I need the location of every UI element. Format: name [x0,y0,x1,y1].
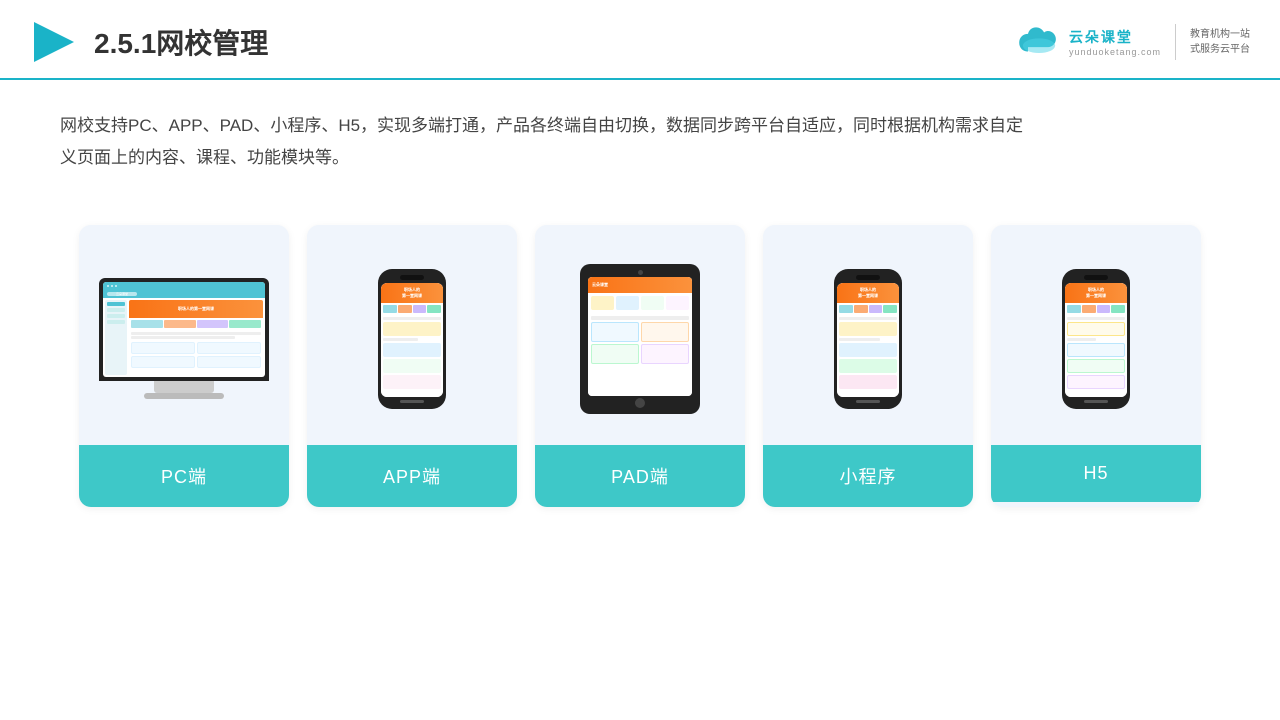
card-h5-image: 职场人的第一堂网课 [991,225,1201,445]
page-title: 2.5.1网校管理 [94,22,268,62]
card-pc: 云朵课堂 职场人的第一堂网课 [79,225,289,507]
header-left: 2.5.1网校管理 [30,18,268,66]
card-pad-label: PAD端 [535,445,745,507]
card-app-image: 职场人的第一堂网课 [307,225,517,445]
description-text: 网校支持PC、APP、PAD、小程序、H5，实现多端打通，产品各终端自由切换，数… [0,80,1100,195]
card-miniprogram-label: 小程序 [763,445,973,507]
logo-slogan: 教育机构一站 式服务云平台 [1190,27,1250,57]
miniprogram-phone-mockup: 职场人的第一堂网课 [834,269,902,409]
logo-domain: yunduoketang.com [1069,47,1161,57]
card-pc-label: PC端 [79,445,289,507]
pad-tablet-mockup: 云朵课堂 [580,264,700,414]
h5-phone-mockup: 职场人的第一堂网课 [1062,269,1130,409]
card-h5: 职场人的第一堂网课 [991,225,1201,507]
logo-divider [1175,24,1176,60]
play-icon [30,18,78,66]
card-pad: 云朵课堂 [535,225,745,507]
card-h5-label: H5 [991,445,1201,502]
page-header: 2.5.1网校管理 云朵课堂 yunduoketang.com 教育机构一站 式… [0,0,1280,80]
pc-monitor-mockup: 云朵课堂 职场人的第一堂网课 [99,278,269,399]
card-app: 职场人的第一堂网课 [307,225,517,507]
card-pc-image: 云朵课堂 职场人的第一堂网课 [79,225,289,445]
description-content: 网校支持PC、APP、PAD、小程序、H5，实现多端打通，产品各终端自由切换，数… [60,116,1023,167]
header-right: 云朵课堂 yunduoketang.com 教育机构一站 式服务云平台 [1017,24,1250,60]
app-phone-mockup: 职场人的第一堂网课 [378,269,446,409]
cloud-logo-icon [1017,24,1061,60]
card-miniprogram: 职场人的第一堂网课 [763,225,973,507]
logo-brand-name: 云朵课堂 [1069,27,1133,47]
card-app-label: APP端 [307,445,517,507]
card-pad-image: 云朵课堂 [535,225,745,445]
logo-text: 云朵课堂 yunduoketang.com [1069,27,1161,57]
device-cards-container: 云朵课堂 职场人的第一堂网课 [0,205,1280,527]
card-miniprogram-image: 职场人的第一堂网课 [763,225,973,445]
